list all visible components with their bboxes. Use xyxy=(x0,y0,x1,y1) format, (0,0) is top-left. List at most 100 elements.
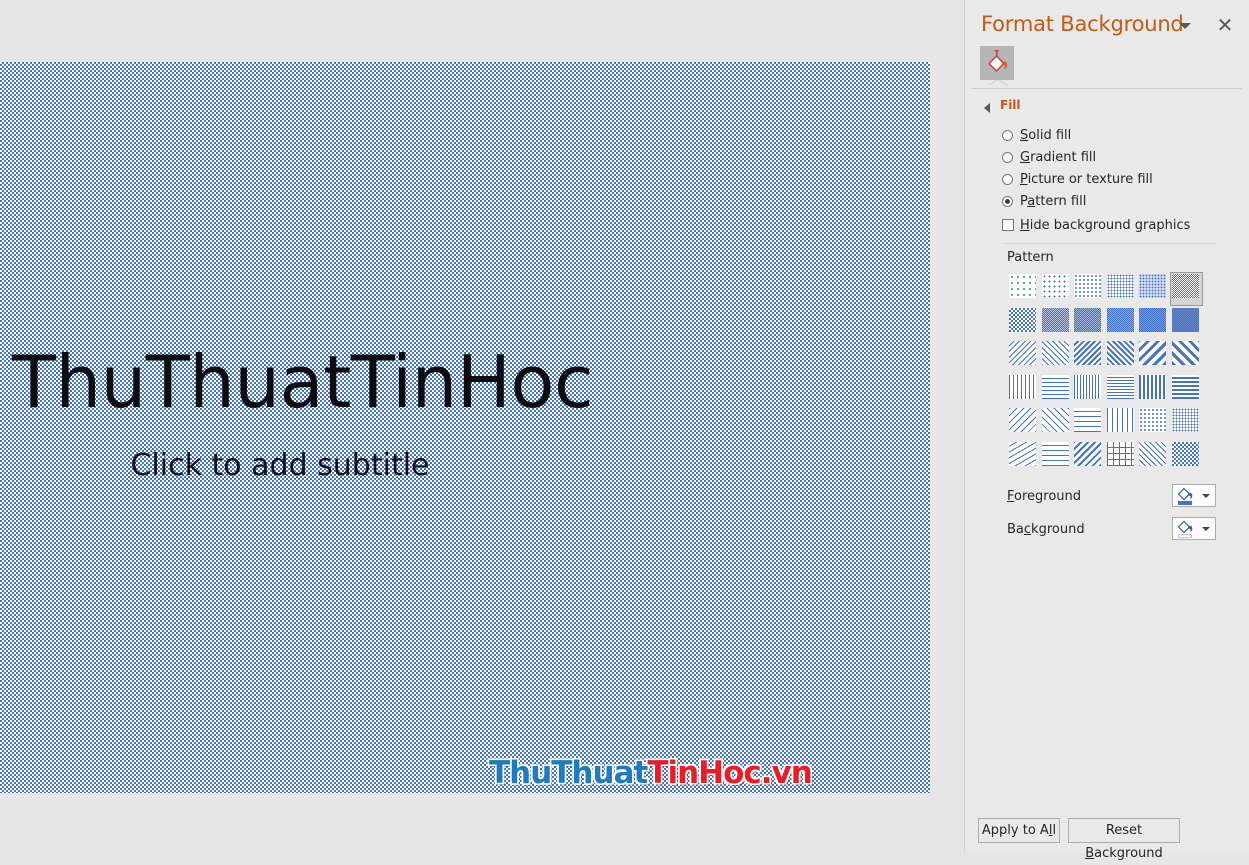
pattern-swatch-preview xyxy=(1139,274,1167,298)
close-icon[interactable]: ✕ xyxy=(1212,12,1238,38)
pattern-swatch[interactable] xyxy=(1105,373,1138,407)
pattern-swatch-preview xyxy=(1074,441,1102,466)
pattern-swatch[interactable] xyxy=(1040,406,1073,440)
pattern-swatch[interactable] xyxy=(1105,406,1138,440)
pattern-swatch-preview xyxy=(1041,408,1069,433)
radio-indicator xyxy=(1002,130,1013,141)
foreground-color-button[interactable] xyxy=(1172,484,1216,507)
pattern-swatch[interactable] xyxy=(1007,339,1040,373)
pattern-swatch[interactable] xyxy=(1072,440,1105,474)
pattern-swatch[interactable] xyxy=(1007,406,1040,440)
fill-section-label: Fill xyxy=(1000,98,1021,112)
foreground-color-swatch xyxy=(1178,501,1192,505)
pattern-swatch[interactable] xyxy=(1105,440,1138,474)
slide-canvas[interactable]: ThuThuatTinHoc Click to add subtitle Thu… xyxy=(0,62,930,793)
pattern-swatch[interactable] xyxy=(1072,306,1105,340)
pattern-swatch[interactable] xyxy=(1007,373,1040,407)
pattern-swatch[interactable] xyxy=(1007,306,1040,340)
watermark-blue-text: ThuThuat xyxy=(489,755,648,791)
watermark-red-text: TinHoc.vn xyxy=(647,755,813,791)
chevron-down-icon xyxy=(1202,527,1210,531)
fill-section-header[interactable]: Fill xyxy=(984,98,1234,116)
pattern-swatch-preview xyxy=(1074,374,1102,399)
pattern-swatch-preview xyxy=(1139,441,1167,466)
pattern-swatch[interactable] xyxy=(1040,373,1073,407)
radio-indicator xyxy=(1002,196,1013,207)
pattern-swatch-preview xyxy=(1171,374,1199,399)
pattern-swatch-preview xyxy=(1074,307,1102,332)
pattern-swatch-preview xyxy=(1009,274,1036,298)
pattern-swatch-preview xyxy=(1009,307,1036,332)
pattern-swatch[interactable] xyxy=(1137,272,1170,306)
pattern-swatch-preview xyxy=(1041,307,1069,332)
fill-tab-button[interactable] xyxy=(980,46,1014,80)
pattern-swatch-preview xyxy=(1074,341,1102,366)
pattern-swatch-preview xyxy=(1171,441,1199,466)
pattern-swatch-preview xyxy=(1139,307,1167,332)
pane-header: Format Background xyxy=(965,0,1249,48)
triangle-collapse-icon xyxy=(984,103,990,113)
pane-title: Format Background xyxy=(981,12,1184,36)
foreground-label: Foreground xyxy=(1007,489,1082,504)
pattern-swatch[interactable] xyxy=(1137,306,1170,340)
pattern-swatch[interactable] xyxy=(1040,339,1073,373)
pattern-swatch[interactable] xyxy=(1007,272,1040,306)
slide-workspace: ThuThuatTinHoc Click to add subtitle Thu… xyxy=(0,0,964,853)
checkbox-indicator xyxy=(1002,219,1014,231)
pattern-swatch-preview xyxy=(1106,441,1134,466)
pattern-swatch[interactable] xyxy=(1170,440,1203,474)
background-color-button[interactable] xyxy=(1172,517,1216,540)
pattern-swatch-preview xyxy=(1171,307,1199,332)
radio-label-gradient-fill: Gradient fill xyxy=(1020,150,1097,165)
watermark-logo: ThuThuatTinHoc.vn xyxy=(489,755,813,791)
pattern-swatch[interactable] xyxy=(1170,406,1203,440)
pattern-swatch[interactable] xyxy=(1137,339,1170,373)
pattern-swatch-preview xyxy=(1041,341,1069,366)
pattern-swatch[interactable] xyxy=(1007,440,1040,474)
pattern-swatch[interactable] xyxy=(1137,373,1170,407)
pattern-swatch[interactable] xyxy=(1072,272,1105,306)
tab-underline xyxy=(972,88,1242,89)
pattern-swatch-preview xyxy=(1041,274,1069,298)
pattern-swatch-preview xyxy=(1106,408,1134,433)
pattern-swatch[interactable] xyxy=(1040,272,1073,306)
pattern-swatch-preview xyxy=(1041,441,1069,466)
pattern-swatch[interactable] xyxy=(1170,339,1203,373)
chevron-down-icon xyxy=(1202,494,1210,498)
pattern-swatch-grid[interactable] xyxy=(1007,272,1203,474)
pattern-swatch-preview xyxy=(1074,274,1102,298)
pattern-swatch[interactable] xyxy=(1072,406,1105,440)
pattern-swatch-preview xyxy=(1139,341,1167,366)
pattern-swatch[interactable] xyxy=(1170,373,1203,407)
pattern-swatch[interactable] xyxy=(1040,306,1073,340)
chevron-down-icon[interactable] xyxy=(1174,16,1196,36)
pattern-swatch[interactable] xyxy=(1105,339,1138,373)
slide-title-placeholder[interactable]: ThuThuatTinHoc xyxy=(12,344,594,421)
pattern-swatch[interactable] xyxy=(1137,440,1170,474)
pattern-swatch-preview xyxy=(1139,408,1167,433)
radio-indicator xyxy=(1002,174,1013,185)
pattern-swatch[interactable] xyxy=(1072,339,1105,373)
pattern-swatch-preview xyxy=(1171,408,1199,433)
pattern-swatch-preview xyxy=(1106,307,1134,332)
pattern-swatch-preview xyxy=(1106,274,1134,298)
pattern-swatch[interactable] xyxy=(1105,272,1138,306)
pattern-swatch-preview xyxy=(1139,374,1167,399)
pattern-swatch[interactable] xyxy=(1105,306,1138,340)
slide-subtitle-placeholder[interactable]: Click to add subtitle xyxy=(0,448,560,483)
paint-bucket-icon xyxy=(984,49,1010,79)
pattern-swatch[interactable] xyxy=(1170,306,1203,340)
pattern-swatch[interactable] xyxy=(1169,272,1203,306)
pattern-swatch[interactable] xyxy=(1040,440,1073,474)
pattern-swatch[interactable] xyxy=(1072,373,1105,407)
reset-background-button[interactable]: Reset Background xyxy=(1068,818,1180,861)
apply-to-all-button[interactable]: Apply to All xyxy=(978,818,1060,843)
background-label: Background xyxy=(1007,522,1085,537)
pattern-swatch-preview xyxy=(1009,374,1036,399)
section-divider xyxy=(1004,243,1216,244)
radio-label-solid-fill: Solid fill xyxy=(1020,128,1072,143)
pattern-swatch[interactable] xyxy=(1137,406,1170,440)
pattern-swatch-preview xyxy=(1009,441,1036,466)
radio-label-picture-or-texture-fill: Picture or texture fill xyxy=(1020,172,1153,187)
pattern-swatch-preview xyxy=(1009,408,1036,433)
